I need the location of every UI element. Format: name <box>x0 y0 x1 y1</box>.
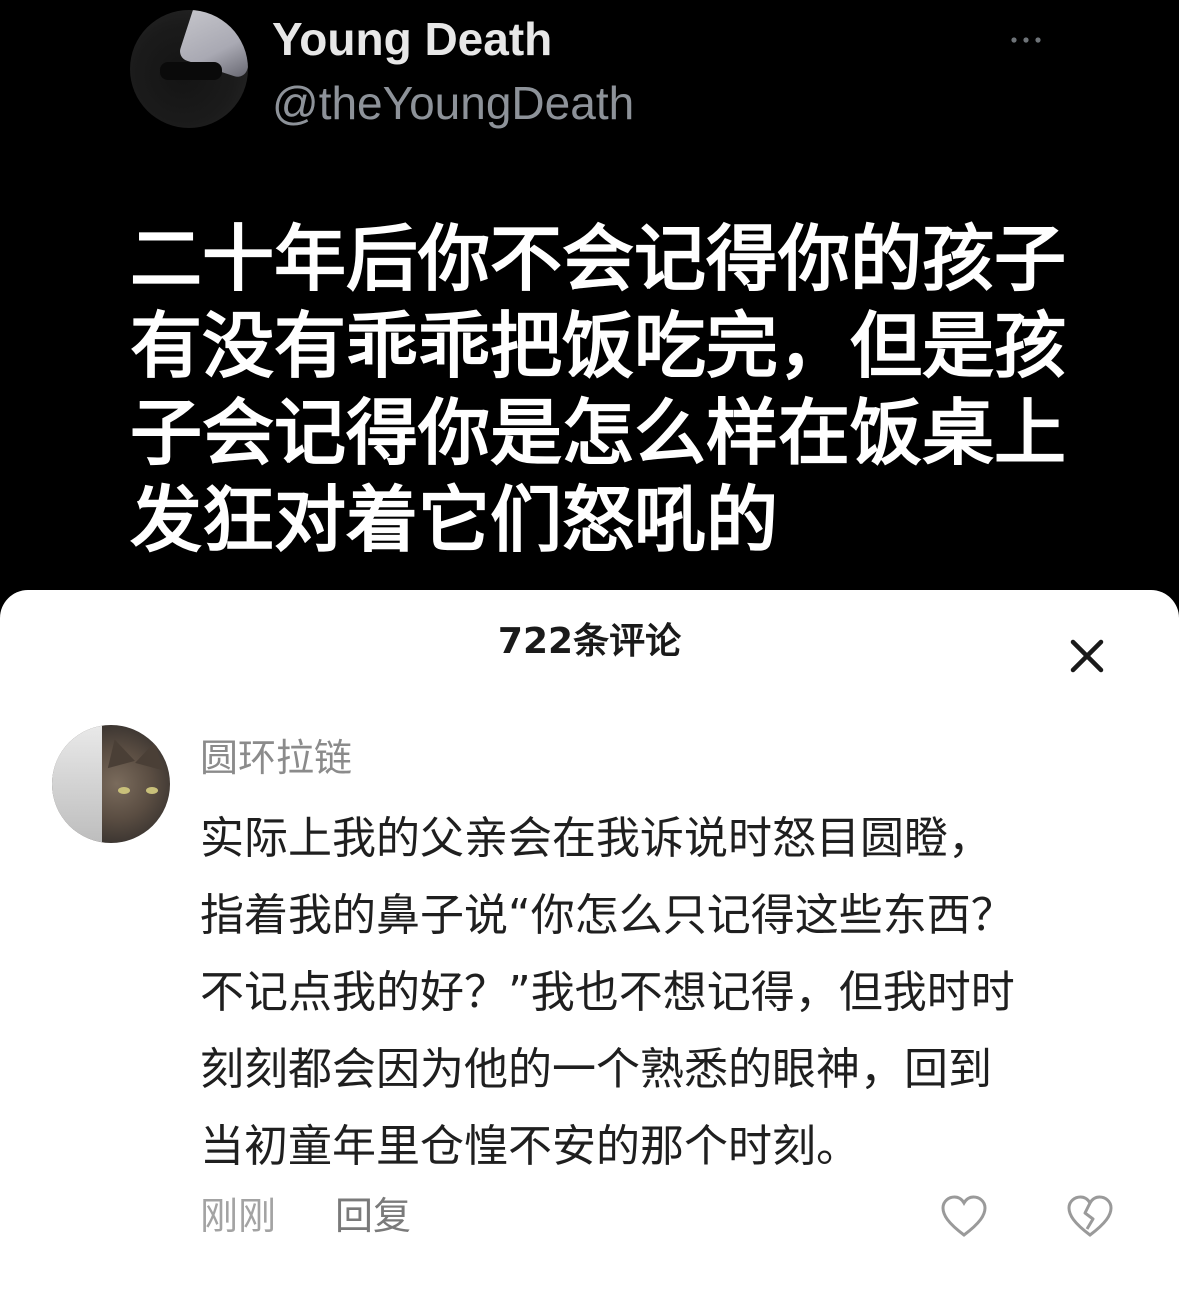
tweet-body-line: 二十年后你不会记得你的孩子 <box>130 216 1067 301</box>
comment-body-line: 指着我的鼻子说“你怎么只记得这些东西？ <box>200 890 1015 941</box>
broken-heart-icon[interactable] <box>1066 1195 1114 1239</box>
avatar-cat-eye <box>118 787 130 794</box>
comments-count-title: 722条评论 <box>497 621 682 662</box>
comment-body-line: 当初童年里仓惶不安的那个时刻。 <box>200 1121 860 1172</box>
comments-sheet: 722条评论 圆环拉链 实际上我的父亲会在我诉说时怒目圆瞪， 指着我的鼻子说“你… <box>0 590 1179 1290</box>
reply-button[interactable]: 回复 <box>335 1193 411 1239</box>
comment-timestamp: 刚刚 <box>200 1194 277 1238</box>
tweet-author-avatar[interactable] <box>130 10 248 128</box>
tweet-body: 二十年后你不会记得你的孩子 有没有乖乖把饭吃完，但是孩 子会记得你是怎么样在饭桌… <box>130 215 1067 563</box>
more-dots-icon[interactable] <box>1006 30 1046 50</box>
avatar-white-cat <box>52 725 102 843</box>
commenter-avatar[interactable] <box>52 725 170 843</box>
tweet-body-line: 有没有乖乖把饭吃完，但是孩 <box>130 303 1067 388</box>
comment-body-line: 刻刻都会因为他的一个熟悉的眼神，回到 <box>200 1044 992 1095</box>
close-icon[interactable] <box>1063 632 1111 680</box>
avatar-cat-ear <box>101 735 135 769</box>
comment-body-line: 不记点我的好？”我也不想记得，但我时时 <box>200 967 1015 1018</box>
avatar-face-mask <box>160 62 222 80</box>
tweet-body-line: 子会记得你是怎么样在饭桌上 <box>130 390 1067 475</box>
tweet-handle[interactable]: @theYoungDeath <box>272 76 634 130</box>
commenter-username[interactable]: 圆环拉链 <box>200 735 352 781</box>
tweet-body-line: 发狂对着它们怒吼的 <box>130 477 779 562</box>
avatar-cat-eye <box>146 787 158 794</box>
heart-icon[interactable] <box>940 1195 988 1239</box>
comment-body-line: 实际上我的父亲会在我诉说时怒目圆瞪， <box>200 813 992 864</box>
avatar-cat-ear <box>135 737 169 771</box>
tweet-display-name[interactable]: Young Death <box>272 12 552 66</box>
comment-body: 实际上我的父亲会在我诉说时怒目圆瞪， 指着我的鼻子说“你怎么只记得这些东西？ 不… <box>200 800 1130 1185</box>
tweet-screenshot: Young Death @theYoungDeath 二十年后你不会记得你的孩子… <box>0 0 1179 600</box>
